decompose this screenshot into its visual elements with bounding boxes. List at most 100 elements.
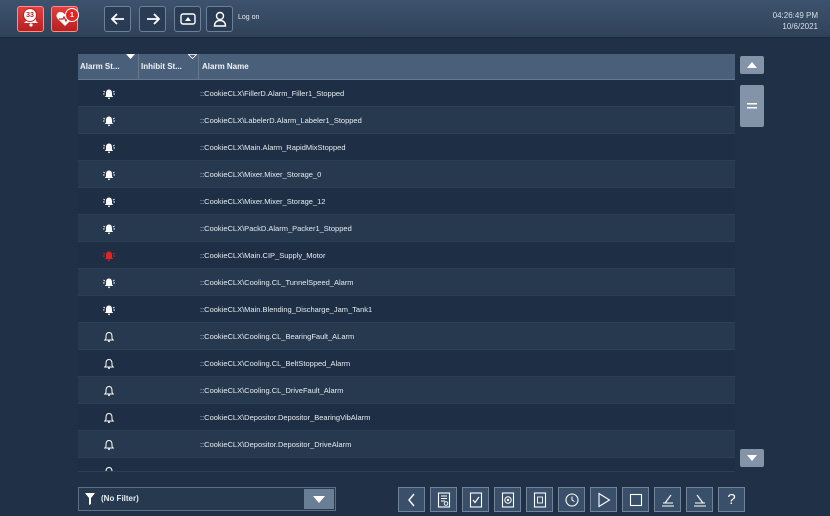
back-button[interactable] bbox=[104, 6, 131, 32]
table-row[interactable]: ::CookieCLX\Main.Blending_Discharge_Jam_… bbox=[78, 296, 735, 323]
inhibit-state-cell bbox=[139, 350, 200, 377]
reset-button[interactable] bbox=[526, 487, 553, 512]
table-row[interactable]: ::CookieCLX\LabelerD.Alarm_Labeler1_Stop… bbox=[78, 107, 735, 134]
inhibit-state-cell bbox=[139, 134, 200, 161]
bell-outline-icon bbox=[105, 466, 112, 471]
table-row[interactable]: ::CookieCLX\Main.CIP_Supply_Motor bbox=[78, 242, 735, 269]
alarm-state-cell bbox=[78, 377, 139, 404]
alarm-state-cell bbox=[78, 80, 139, 107]
filter-value: (No Filter) bbox=[101, 494, 139, 503]
inhibit-state-cell bbox=[139, 323, 200, 350]
shelve-clock-icon bbox=[564, 492, 579, 507]
alarm-name-cell: ::CookieCLX\Main.Alarm_RapidMixStopped bbox=[200, 143, 346, 152]
collapse-toolbar-button[interactable] bbox=[398, 487, 425, 512]
alarm-state-cell bbox=[78, 404, 139, 431]
alarm-name-cell: ::CookieCLX\Mixer.Mixer_Storage_0 bbox=[200, 170, 322, 179]
acknowledge-all-button[interactable] bbox=[494, 487, 521, 512]
filter-dropdown-button[interactable] bbox=[304, 489, 334, 509]
alarm-bell-ringing-icon bbox=[102, 224, 115, 234]
alarm-bell-red-icon bbox=[102, 251, 115, 261]
grip-icon bbox=[747, 103, 757, 109]
filter-select[interactable]: (No Filter) bbox=[78, 487, 336, 511]
alarm-name-cell: ::CookieCLX\Depositor.Depositor_BearingV… bbox=[200, 413, 371, 422]
alarm-state-cell bbox=[78, 296, 139, 323]
alarm-bell-ringing-icon bbox=[102, 143, 115, 153]
alarm-state-cell bbox=[78, 215, 139, 242]
clock-time: 04:26:49 PM bbox=[772, 11, 818, 20]
table-row[interactable]: ::CookieCLX\Cooling.CL_BearingFault_ALar… bbox=[78, 323, 735, 350]
scroll-down-button[interactable] bbox=[740, 449, 764, 467]
alarm-state-cell bbox=[78, 107, 139, 134]
alarm-name-cell: ::CookieCLX\Cooling.CL_TunnelSpeed_Alarm bbox=[200, 278, 354, 287]
user-logon-button[interactable] bbox=[206, 6, 233, 32]
help-button[interactable]: ? bbox=[718, 487, 745, 512]
table-row[interactable]: ::CookieCLX\Mixer.Mixer_Storage_0 bbox=[78, 161, 735, 188]
scrollbar-thumb[interactable] bbox=[740, 85, 764, 127]
table-row[interactable]: ::CookieCLX\Cooling.CL_TunnelSpeed_Alarm bbox=[78, 269, 735, 296]
triangle-up-icon bbox=[747, 62, 757, 68]
sort-desc-icon bbox=[126, 54, 135, 59]
logon-label[interactable]: Log on bbox=[238, 14, 259, 21]
inhibit-state-cell bbox=[139, 296, 200, 323]
forward-button[interactable] bbox=[139, 6, 166, 32]
table-row[interactable]: ::CookieCLX\Mixer.Mixer_Storage_12 bbox=[78, 188, 735, 215]
bell-outline-icon bbox=[103, 358, 114, 369]
alarm-name-cell: ::CookieCLX\PackD.Alarm_Packer1_Stopped bbox=[200, 224, 352, 233]
inhibit-state-cell bbox=[139, 161, 200, 188]
clock-date: 10/6/2021 bbox=[782, 22, 818, 31]
acknowledge-button[interactable] bbox=[462, 487, 489, 512]
disable-button[interactable] bbox=[654, 487, 681, 512]
alarm-details-button[interactable] bbox=[430, 487, 457, 512]
table-row-partial[interactable] bbox=[78, 458, 735, 472]
alarm-state-cell bbox=[78, 458, 139, 471]
inhibit-state-cell bbox=[139, 431, 200, 458]
acknowledge-all-icon bbox=[501, 491, 514, 508]
alarm-state-cell bbox=[78, 161, 139, 188]
scroll-up-button[interactable] bbox=[740, 56, 764, 74]
keyboard-button[interactable] bbox=[174, 6, 201, 32]
bell-outline-icon bbox=[103, 439, 114, 450]
alarm-name-cell: ::CookieCLX\Depositor.Depositor_DriveAla… bbox=[200, 440, 352, 449]
alarm-state-cell bbox=[78, 242, 139, 269]
bell-outline-icon bbox=[103, 385, 114, 396]
table-row[interactable]: ::CookieCLX\Main.Alarm_RapidMixStopped bbox=[78, 134, 735, 161]
play-button[interactable] bbox=[590, 487, 617, 512]
alarm-name-cell: ::CookieCLX\Cooling.CL_BearingFault_ALar… bbox=[200, 332, 355, 341]
stop-button[interactable] bbox=[622, 487, 649, 512]
inhibit-state-cell bbox=[139, 269, 200, 296]
inhibit-state-cell bbox=[139, 377, 200, 404]
disable-icon bbox=[661, 494, 674, 507]
alarm-bell-ringing-icon bbox=[102, 278, 115, 288]
inhibit-state-cell bbox=[139, 107, 200, 134]
bell-outline-icon bbox=[103, 331, 114, 342]
user-icon bbox=[213, 11, 226, 27]
keyboard-icon bbox=[179, 13, 196, 25]
triangle-down-icon bbox=[747, 455, 757, 461]
table-row[interactable]: ::CookieCLX\Depositor.Depositor_DriveAla… bbox=[78, 431, 735, 458]
sort-indicator-icon bbox=[188, 54, 197, 59]
column-header-alarm-name[interactable]: Alarm Name bbox=[200, 54, 735, 80]
play-icon bbox=[597, 492, 611, 507]
alarm-name-cell: ::CookieCLX\Cooling.CL_BeltStopped_Alarm bbox=[200, 359, 351, 368]
table-header: Alarm St... Inhibit St... Alarm Name bbox=[78, 54, 735, 80]
table-row[interactable]: ::CookieCLX\FillerD.Alarm_Filler1_Stoppe… bbox=[78, 80, 735, 107]
shelve-button[interactable] bbox=[558, 487, 585, 512]
alarm-state-cell bbox=[78, 323, 139, 350]
inhibit-state-cell bbox=[139, 80, 200, 107]
inhibit-state-cell bbox=[139, 215, 200, 242]
alarm-state-cell bbox=[78, 350, 139, 377]
enable-button[interactable] bbox=[686, 487, 713, 512]
chevron-left-icon bbox=[407, 493, 415, 506]
inhibit-state-cell bbox=[139, 188, 200, 215]
alarm-state-cell bbox=[78, 188, 139, 215]
alarm-table: Alarm St... Inhibit St... Alarm Name ::C… bbox=[78, 54, 735, 477]
table-row[interactable]: ::CookieCLX\Cooling.CL_DriveFault_Alarm bbox=[78, 377, 735, 404]
table-row[interactable]: ::CookieCLX\Depositor.Depositor_BearingV… bbox=[78, 404, 735, 431]
clock: 04:26:49 PM 10/6/2021 bbox=[773, 10, 818, 32]
table-row[interactable]: ::CookieCLX\Cooling.CL_BeltStopped_Alarm bbox=[78, 350, 735, 377]
bell-outline-icon bbox=[103, 412, 114, 423]
table-row[interactable]: ::CookieCLX\PackD.Alarm_Packer1_Stopped bbox=[78, 215, 735, 242]
alarm-state-cell bbox=[78, 269, 139, 296]
alarm-state-cell bbox=[78, 134, 139, 161]
details-document-icon bbox=[437, 491, 450, 508]
